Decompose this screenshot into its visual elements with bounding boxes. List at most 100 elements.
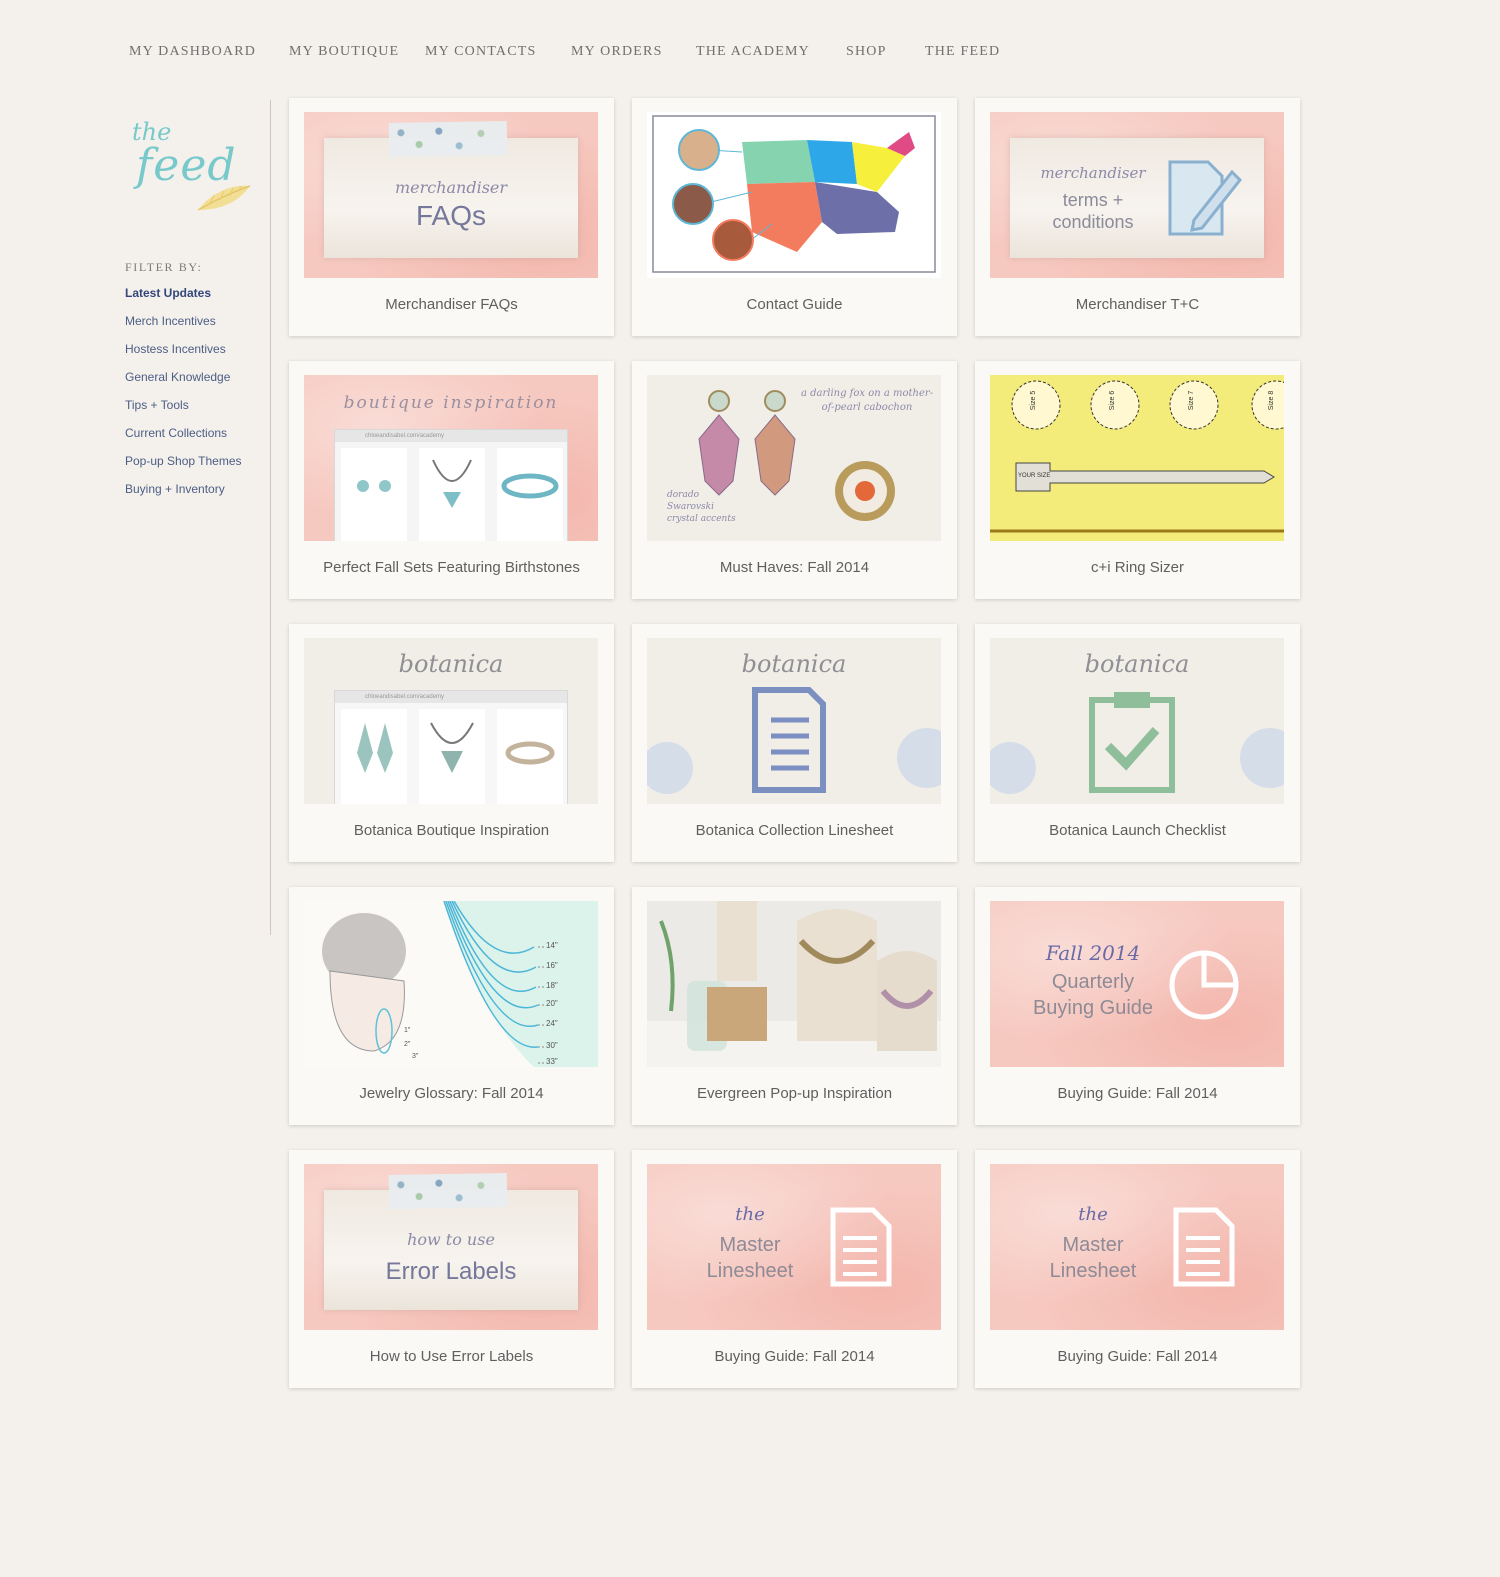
filter-merch-incentives[interactable]: Merch Incentives <box>125 313 265 341</box>
card-thumbnail: boutique inspiration chloeandisabel.com/… <box>304 375 598 541</box>
feed-card[interactable]: merchandiser terms + conditions Merchand… <box>975 98 1300 336</box>
length-label: 20" <box>546 999 558 1008</box>
card-title: Must Haves: Fall 2014 <box>719 559 870 576</box>
thumb-script-text: the <box>1078 1204 1108 1225</box>
length-label: 24" <box>546 1019 558 1028</box>
card-title: Merchandiser T+C <box>1075 296 1200 313</box>
browser-mockup: chloeandisabel.com/academy <box>334 429 568 541</box>
browser-url: chloeandisabel.com/academy <box>335 691 567 703</box>
card-thumbnail: the Master Linesheet <box>647 1164 941 1330</box>
card-thumbnail: botanica <box>990 638 1284 804</box>
card-thumbnail: botanica chloeandisabel.com/academy <box>304 638 598 804</box>
length-label: 18" <box>546 981 558 990</box>
document-pencil-icon <box>1168 160 1243 236</box>
sidebar: the feed FILTER BY: Latest Updates Merch… <box>125 118 265 509</box>
thumb-script-text: merchandiser <box>394 178 508 197</box>
card-title: Evergreen Pop-up Inspiration <box>696 1085 893 1102</box>
filter-tips-tools[interactable]: Tips + Tools <box>125 397 265 425</box>
filter-popup-shop-themes[interactable]: Pop-up Shop Themes <box>125 453 265 481</box>
feed-card[interactable]: Evergreen Pop-up Inspiration <box>632 887 957 1125</box>
nav-the-feed[interactable]: THE FEED <box>925 44 1000 60</box>
linesheet-document-icon <box>1173 1207 1235 1287</box>
floral-tape <box>388 1172 508 1210</box>
thumb-note-crystal: dorado Swarovski crystal accents <box>667 490 736 524</box>
feed-card[interactable]: a darling fox on a mother-of-pearl caboc… <box>632 361 957 599</box>
filter-buying-inventory[interactable]: Buying + Inventory <box>125 481 265 509</box>
feed-card[interactable]: Size 5 Size 6 Size 7 Size 8 YOUR SIZE c+… <box>975 361 1300 599</box>
jewelry-sets-image <box>341 448 563 541</box>
feed-card[interactable]: Contact Guide <box>632 98 957 336</box>
feed-card[interactable]: botanica Botanica Collection Linesheet <box>632 624 957 862</box>
filter-list: Latest Updates Merch Incentives Hostess … <box>125 285 265 509</box>
filter-by-label: FILTER BY: <box>125 260 203 274</box>
feed-card[interactable]: boutique inspiration chloeandisabel.com/… <box>289 361 614 599</box>
feed-card[interactable]: how to use Error Labels How to Use Error… <box>289 1150 614 1388</box>
thumb-headline: Error Labels <box>385 1258 517 1285</box>
card-title: Perfect Fall Sets Featuring Birthstones <box>323 559 580 576</box>
card-thumbnail: the Master Linesheet <box>990 1164 1284 1330</box>
thumb-line-1: Master <box>719 1234 781 1256</box>
your-size-label: YOUR SIZE <box>1018 473 1051 479</box>
nav-my-boutique[interactable]: MY BOUTIQUE <box>289 44 399 60</box>
nav-shop[interactable]: SHOP <box>846 44 887 60</box>
length-label: 33" <box>546 1057 558 1066</box>
ring-size-label: Size 6 <box>1109 390 1117 411</box>
linesheet-document-icon <box>830 1207 892 1287</box>
card-title: Contact Guide <box>746 296 843 313</box>
feed-card[interactable]: botanica Botanica Launch Checklist <box>975 624 1300 862</box>
leaf-icon <box>197 185 251 211</box>
card-title: Botanica Collection Linesheet <box>695 822 894 839</box>
filter-latest-updates[interactable]: Latest Updates <box>125 285 265 313</box>
botanica-jewelry-image <box>341 709 563 804</box>
pie-chart-icon <box>1169 950 1239 1020</box>
length-label: 30" <box>546 1041 558 1050</box>
card-thumbnail: Size 5 Size 6 Size 7 Size 8 YOUR SIZE <box>990 375 1284 541</box>
thumb-script-text: boutique inspiration <box>343 393 559 413</box>
the-feed-logo[interactable]: the feed <box>130 118 260 218</box>
feed-card[interactable]: merchandiser FAQs Merchandiser FAQs <box>289 98 614 336</box>
drop-label: 3" <box>412 1053 419 1060</box>
card-title: Jewelry Glossary: Fall 2014 <box>359 1085 544 1102</box>
thumb-script-text: how to use <box>407 1230 495 1249</box>
filter-hostess-incentives[interactable]: Hostess Incentives <box>125 341 265 369</box>
browser-url: chloeandisabel.com/academy <box>335 430 567 442</box>
feed-card[interactable]: the Master Linesheet Buying Guide: Fall … <box>975 1150 1300 1388</box>
thumb-script-text: botanica <box>1084 650 1190 678</box>
card-title: Merchandiser FAQs <box>385 296 518 313</box>
card-title: Buying Guide: Fall 2014 <box>1057 1348 1218 1365</box>
sidebar-divider <box>270 100 271 935</box>
thumb-note-fox: a darling fox on a mother-of-pearl caboc… <box>800 388 934 413</box>
top-nav: MY DASHBOARD MY BOUTIQUE MY CONTACTS MY … <box>0 44 1500 64</box>
filter-current-collections[interactable]: Current Collections <box>125 425 265 453</box>
floral-tape <box>388 120 508 158</box>
nav-the-academy[interactable]: THE ACADEMY <box>696 44 810 60</box>
ring-size-label: Size 5 <box>1030 390 1038 411</box>
card-thumbnail: merchandiser FAQs <box>304 112 598 278</box>
card-thumbnail: Fall 2014 Quarterly Buying Guide <box>990 901 1284 1067</box>
card-thumbnail: 14" 16" 18" 20" 24" 30" 33" 1" 2" 3" <box>304 901 598 1067</box>
nav-my-dashboard[interactable]: MY DASHBOARD <box>129 44 256 60</box>
nav-my-contacts[interactable]: MY CONTACTS <box>425 44 537 60</box>
card-thumbnail <box>647 112 941 278</box>
feed-card[interactable]: 14" 16" 18" 20" 24" 30" 33" 1" 2" 3" Jew… <box>289 887 614 1125</box>
thumb-script-text: botanica <box>741 650 847 678</box>
filter-general-knowledge[interactable]: General Knowledge <box>125 369 265 397</box>
thumb-line-2: Linesheet <box>706 1260 794 1282</box>
length-label: 16" <box>546 961 558 970</box>
popup-display-photo <box>647 901 941 1067</box>
card-thumbnail: a darling fox on a mother-of-pearl caboc… <box>647 375 941 541</box>
ring-size-label: Size 8 <box>1268 390 1276 411</box>
feed-card[interactable]: botanica chloeandisabel.com/academy Bota… <box>289 624 614 862</box>
length-label: 14" <box>546 941 558 950</box>
card-title: Botanica Launch Checklist <box>1049 822 1226 839</box>
thumb-headline: FAQs <box>415 200 486 231</box>
browser-mockup: chloeandisabel.com/academy <box>334 690 568 804</box>
thumb-script-text: botanica <box>398 650 504 678</box>
feed-card[interactable]: the Master Linesheet Buying Guide: Fall … <box>632 1150 957 1388</box>
thumb-line-1: Master <box>1062 1234 1124 1256</box>
feed-card[interactable]: Fall 2014 Quarterly Buying Guide Buying … <box>975 887 1300 1125</box>
drop-label: 1" <box>404 1027 411 1034</box>
card-thumbnail: botanica <box>647 638 941 804</box>
card-title: c+i Ring Sizer <box>1091 559 1184 576</box>
nav-my-orders[interactable]: MY ORDERS <box>571 44 663 60</box>
